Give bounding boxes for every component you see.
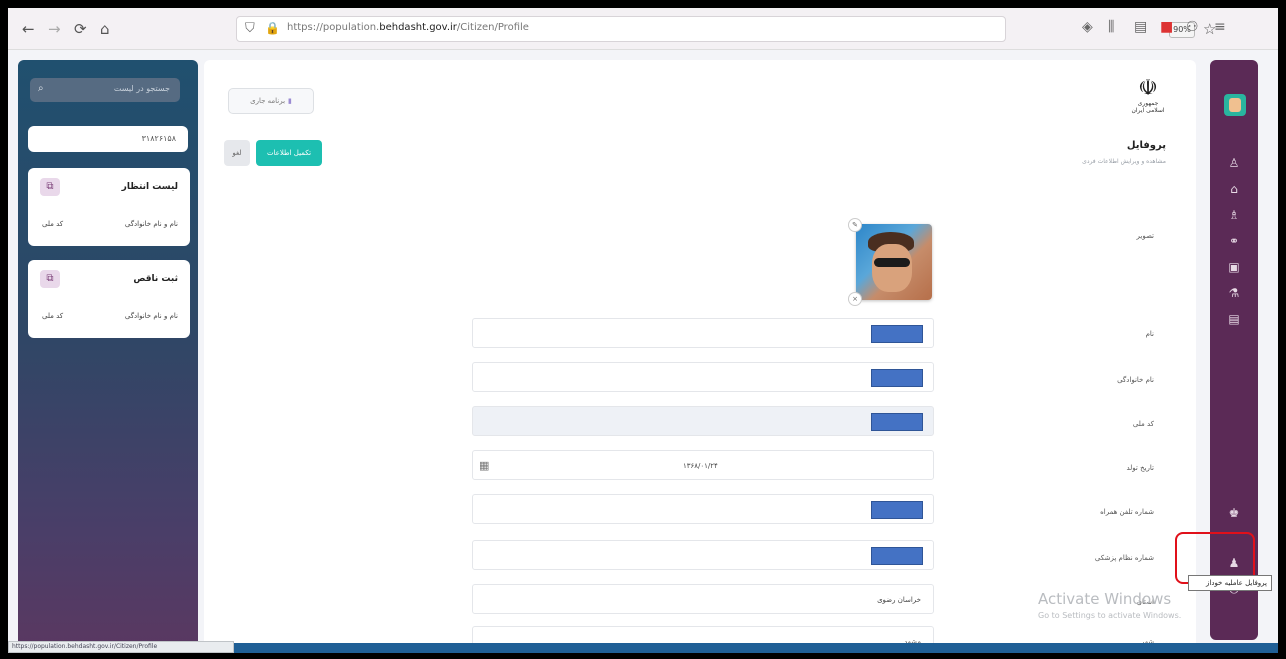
card-title: لیست انتظار	[121, 182, 178, 192]
profile-icon[interactable]: ♚	[1210, 506, 1258, 520]
province-field[interactable]: خراسان رضوی	[472, 584, 934, 614]
page-subtitle: مشاهده و ویرایش اطلاعات فردی	[1082, 158, 1166, 165]
redacted-value	[871, 413, 923, 431]
birth-date-field[interactable]: ▦ ۱۳۶۸/۰۱/۲۴	[472, 450, 934, 480]
redacted-value	[871, 369, 923, 387]
extension-icon[interactable]: ■	[1160, 19, 1173, 35]
current-program-button[interactable]: برنامه جاری ▮	[228, 88, 314, 114]
back-icon[interactable]: ←	[22, 20, 35, 38]
account-icon[interactable]: ⚇	[1186, 19, 1199, 35]
edit-photo-icon[interactable]: ✎	[848, 218, 862, 232]
profile-tooltip: پروفایل عاملیه خوداز	[1188, 575, 1272, 591]
left-panel: ⌕ جستجو در لیست ۳۱۸۲۶۱۵۸ ⧉ لیست انتظار ن…	[18, 60, 198, 650]
list-icon[interactable]: ⧉	[40, 270, 60, 288]
page-content: ⌕ جستجو در لیست ۳۱۸۲۶۱۵۸ ⧉ لیست انتظار ن…	[8, 50, 1278, 653]
last-name-field[interactable]	[472, 362, 934, 392]
activate-windows-watermark: Activate Windows Go to Settings to activ…	[1038, 590, 1182, 620]
family-icon[interactable]: ♗	[1210, 208, 1258, 222]
iran-emblem-logo: ☫ جمهوری اسلامی ایران	[1118, 78, 1178, 124]
mobile-label: شماره تلفن همراه	[1100, 508, 1154, 516]
flask-icon[interactable]: ⚗	[1210, 286, 1258, 300]
url-text[interactable]: https://population.behdasht.gov.ir/Citiz…	[287, 22, 529, 33]
redacted-value	[871, 501, 923, 519]
name-column-label: نام و نام خانوادگی	[124, 220, 178, 228]
photo-label: تصویر	[1136, 232, 1154, 240]
code-column-label: کد ملی	[42, 220, 64, 228]
home-icon[interactable]: ⌂	[100, 20, 110, 38]
network-icon[interactable]: ⚭	[1210, 234, 1258, 248]
page-title: پروفایل	[1126, 140, 1166, 151]
redacted-value	[871, 547, 923, 565]
first-name-field[interactable]	[472, 318, 934, 348]
code-field[interactable]: ۳۱۸۲۶۱۵۸	[28, 126, 188, 152]
forward-icon[interactable]: →	[48, 20, 61, 38]
remove-photo-icon[interactable]: ×	[848, 292, 862, 306]
people-icon[interactable]: ♙	[1210, 156, 1258, 170]
browser-window: ← → ⟳ ⌂ ⛉ 🔒 https://population.behdasht.…	[8, 8, 1278, 653]
shield-icon[interactable]: ⛉	[245, 21, 255, 36]
incomplete-list-card[interactable]: ⧉ ثبت ناقص نام و نام خانوادگی کد ملی	[28, 260, 190, 338]
list-search-input[interactable]: ⌕ جستجو در لیست	[30, 78, 180, 102]
reload-icon[interactable]: ⟳	[74, 20, 87, 38]
search-icon: ⌕	[38, 83, 44, 94]
last-name-label: نام خانوادگی	[1117, 376, 1154, 384]
browser-toolbar: ← → ⟳ ⌂ ⛉ 🔒 https://population.behdasht.…	[8, 8, 1278, 50]
national-code-field	[472, 406, 934, 436]
insurance-label: شماره نظام پزشکی	[1094, 554, 1154, 562]
document-icon[interactable]: ▤	[1210, 312, 1258, 326]
calendar-icon: ▮	[288, 97, 292, 105]
pocket-icon[interactable]: ◈	[1082, 19, 1093, 35]
insurance-field[interactable]	[472, 540, 934, 570]
profile-panel: برنامه جاری ▮ تکمیل اطلاعات لغو ☫ جمهوری …	[204, 60, 1196, 653]
name-column-label: نام و نام خانوادگی	[124, 312, 178, 320]
national-code-label: کد ملی	[1132, 420, 1154, 428]
address-bar[interactable]: ⛉ 🔒 https://population.behdasht.gov.ir/C…	[236, 16, 1216, 42]
lock-icon[interactable]: 🔒	[265, 21, 280, 35]
cancel-button[interactable]: لغو	[224, 140, 250, 166]
code-column-label: کد ملی	[42, 312, 64, 320]
birth-date-label: تاریخ تولد	[1126, 464, 1154, 472]
emblem-icon: ☫	[1138, 76, 1158, 101]
library-icon[interactable]: ⫼	[1108, 19, 1114, 35]
complete-info-button[interactable]: تکمیل اطلاعات	[256, 140, 322, 166]
calendar-icon[interactable]: ▦	[479, 459, 489, 472]
card-title: ثبت ناقص	[133, 274, 178, 284]
status-url: https://population.behdasht.gov.ir/Citiz…	[8, 641, 234, 653]
waiting-list-card[interactable]: ⧉ لیست انتظار نام و نام خانوادگی کد ملی	[28, 168, 190, 246]
mobile-field[interactable]	[472, 494, 934, 524]
profile-photo[interactable]	[856, 224, 932, 300]
first-name-label: نام	[1145, 330, 1154, 338]
reader-icon[interactable]: ▤	[1134, 19, 1147, 35]
building-icon[interactable]: ⌂	[1210, 182, 1258, 196]
list-icon[interactable]: ⧉	[40, 178, 60, 196]
menu-icon[interactable]: ≡	[1214, 19, 1226, 35]
redacted-value	[871, 325, 923, 343]
clipboard-icon[interactable]: ▣	[1210, 260, 1258, 274]
user-avatar[interactable]	[1224, 94, 1246, 116]
